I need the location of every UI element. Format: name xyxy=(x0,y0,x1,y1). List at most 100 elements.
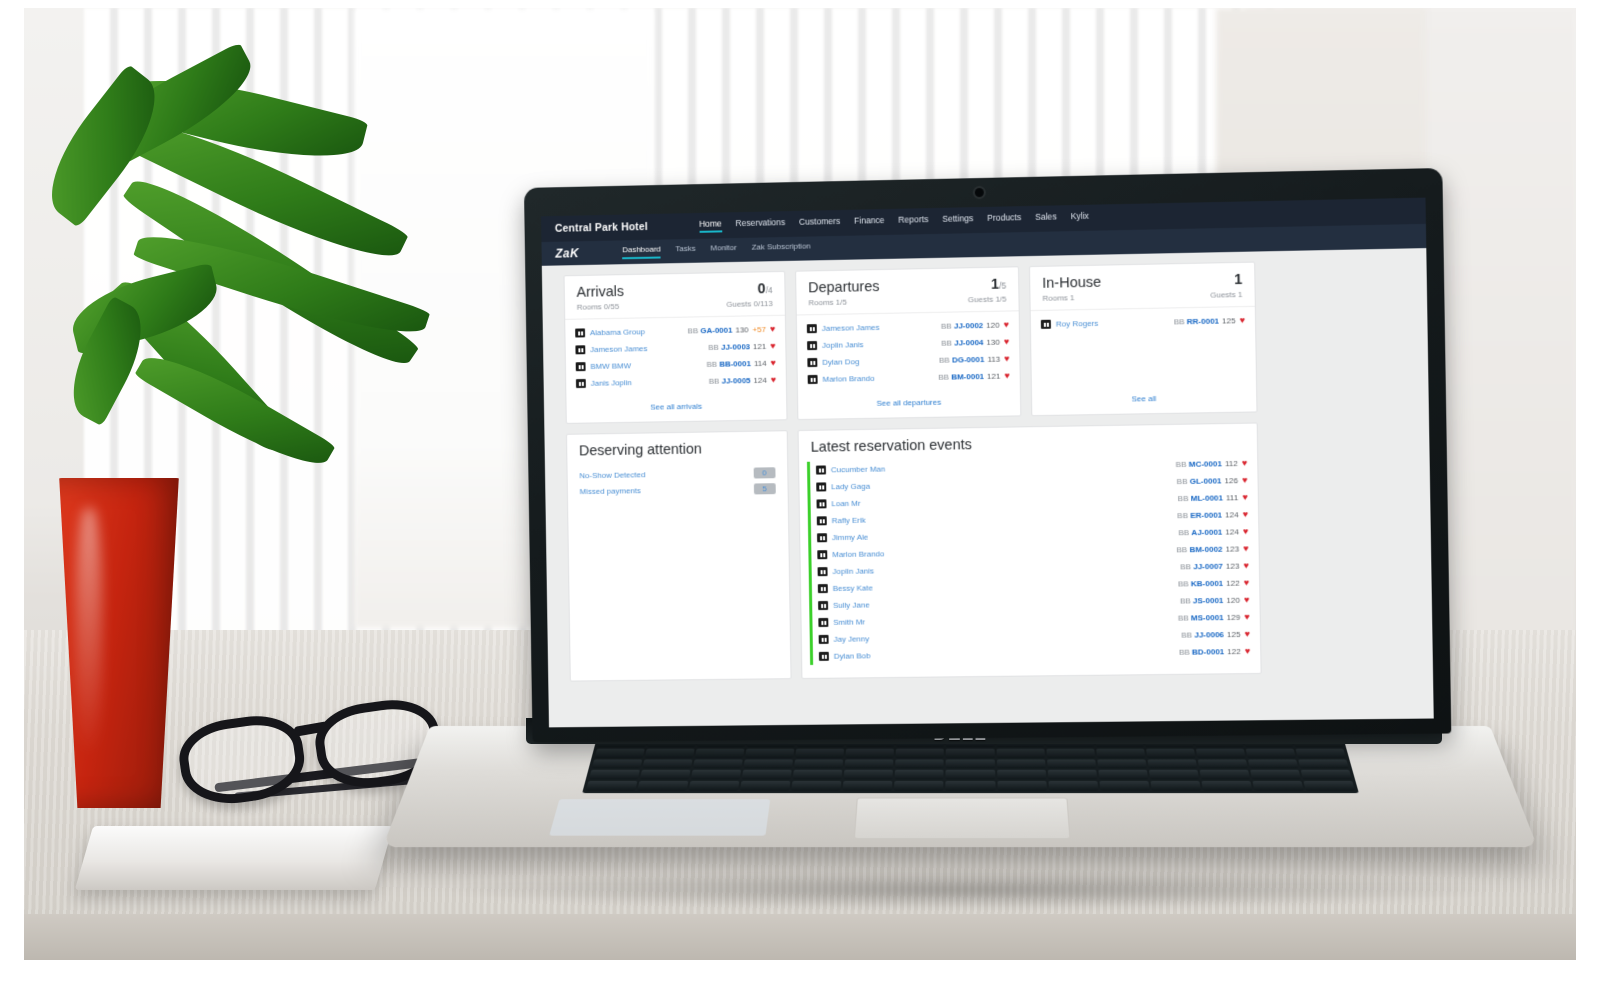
key xyxy=(843,770,894,780)
guest-name[interactable]: Jameson James xyxy=(590,343,708,354)
key xyxy=(945,781,996,791)
inhouse-title: In-House xyxy=(1042,274,1102,292)
reservation-code: BB JJ-0004 xyxy=(941,337,984,348)
key xyxy=(1098,770,1148,780)
reservation-code: BB GA-0001 xyxy=(687,325,733,336)
guest-name[interactable]: Dylan Bob xyxy=(834,648,1179,660)
tab-tasks[interactable]: Tasks xyxy=(675,244,695,258)
key xyxy=(1247,759,1299,769)
reservation-icon xyxy=(807,357,818,368)
reservation-icon xyxy=(816,482,827,492)
heart-icon: ♥ xyxy=(1242,509,1249,520)
arrivals-see-all: See all arrivals xyxy=(566,388,786,423)
guest-name[interactable]: BMW BMW xyxy=(590,360,706,371)
reservation-icon xyxy=(575,362,586,372)
key xyxy=(639,770,691,780)
nav-item-sales[interactable]: Sales xyxy=(1035,211,1057,225)
heart-icon: ♥ xyxy=(770,340,776,351)
heart-icon: ♥ xyxy=(1003,336,1010,347)
dashboard-content: Arrivals 0/4 Rooms 0/55 Guests 0/113 Ala… xyxy=(541,248,1434,728)
reservation-icon xyxy=(818,651,829,661)
latest-events-card: Latest reservation events Cucumber Man B… xyxy=(797,422,1262,680)
key xyxy=(1095,748,1145,758)
list-item[interactable]: Missed payments 5 xyxy=(568,480,788,499)
reservation-icon xyxy=(806,324,817,334)
tab-monitor[interactable]: Monitor xyxy=(710,243,737,257)
guest-name[interactable]: Rafly Erik xyxy=(832,511,1178,525)
reservation-icon xyxy=(816,499,827,509)
nav-item-customers[interactable]: Customers xyxy=(799,216,840,231)
guest-name[interactable]: Loan Mr xyxy=(831,494,1177,508)
room-number: 112 xyxy=(1224,459,1238,469)
key xyxy=(844,759,894,769)
guest-name[interactable]: Cucumber Man xyxy=(831,460,1176,475)
room-number: 124 xyxy=(1225,527,1239,537)
nav-item-finance[interactable]: Finance xyxy=(854,215,885,230)
nav-item-home[interactable]: Home xyxy=(699,218,722,233)
guest-name[interactable]: Smith Mr xyxy=(833,614,1178,626)
trackpad[interactable] xyxy=(853,797,1071,839)
reservation-code: BB BM-0001 xyxy=(938,371,985,382)
key xyxy=(690,770,742,780)
room-number: 123 xyxy=(1225,544,1240,554)
attention-label[interactable]: No-Show Detected xyxy=(579,470,645,480)
see-all-link[interactable]: See all xyxy=(1132,394,1157,403)
reservation-code: BB GL-0001 xyxy=(1176,476,1222,487)
attention-list: No-Show Detected 0 Missed payments 5 xyxy=(567,460,787,499)
attention-label[interactable]: Missed payments xyxy=(580,486,641,496)
key xyxy=(695,748,745,758)
room-number: 122 xyxy=(1226,578,1240,588)
room-number: 121 xyxy=(752,341,767,352)
arrivals-list: Alabama Group BB GA-0001 130 +57 ♥ James… xyxy=(565,316,786,392)
guest-name[interactable]: Janis Joplin xyxy=(591,377,709,388)
guest-name[interactable]: Bessy Kate xyxy=(833,579,1178,592)
reservation-code: BB AJ-0001 xyxy=(1178,527,1223,538)
guest-name[interactable]: Marlon Brando xyxy=(822,373,938,384)
reservation-icon xyxy=(807,341,818,351)
reservation-icon xyxy=(575,328,586,338)
nav-item-reports[interactable]: Reports xyxy=(898,214,928,229)
heart-icon: ♥ xyxy=(1241,474,1248,486)
room-number: 123 xyxy=(1225,561,1240,571)
guest-name[interactable]: Sully Jane xyxy=(833,597,1180,609)
screenshot-scene: DELL Central Park Hotel Home Reservation… xyxy=(0,0,1600,1000)
tab-zak-subscription[interactable]: Zak Subscription xyxy=(752,242,811,257)
see-all-arrivals-link[interactable]: See all arrivals xyxy=(650,402,702,412)
key xyxy=(1048,781,1098,791)
reservation-code: BB BD-0001 xyxy=(1178,647,1225,657)
laptop: DELL Central Park Hotel Home Reservation… xyxy=(382,167,1538,898)
key xyxy=(1201,781,1253,791)
guest-name[interactable]: Dylan Dog xyxy=(822,356,939,367)
key xyxy=(692,759,743,769)
reservation-code: BB JJ-0005 xyxy=(708,376,751,386)
reservation-icon xyxy=(1040,319,1051,329)
room-number: 130 xyxy=(735,325,749,335)
guest-name[interactable]: Jay Jenny xyxy=(833,631,1181,643)
hotel-name: Central Park Hotel xyxy=(554,221,648,235)
heart-icon: ♥ xyxy=(1243,577,1250,588)
guest-name[interactable]: Joplin Janis xyxy=(832,562,1180,576)
guest-name[interactable]: Lady Gaga xyxy=(831,477,1177,492)
key xyxy=(894,781,944,791)
guest-name[interactable]: Marlon Brando xyxy=(832,545,1176,559)
key xyxy=(1295,748,1346,758)
guest-name[interactable]: Jameson James xyxy=(822,322,941,333)
guest-name[interactable]: Roy Rogers xyxy=(1056,317,1174,329)
see-all-departures-link[interactable]: See all departures xyxy=(876,398,941,408)
room-number: 120 xyxy=(986,320,1000,330)
departures-header: Departures 1/5 Rooms 1/5 Guests 1/5 xyxy=(796,267,1019,316)
nav-item-kylix[interactable]: Kylix xyxy=(1071,211,1089,225)
nav-item-settings[interactable]: Settings xyxy=(942,213,973,228)
arrivals-rooms: Rooms 0/55 xyxy=(576,301,620,312)
guest-name[interactable]: Alabama Group xyxy=(590,327,688,337)
tab-dashboard[interactable]: Dashboard xyxy=(622,244,661,260)
guest-name[interactable]: Jimmy Ale xyxy=(832,528,1179,542)
key xyxy=(845,748,895,758)
nav-item-reservations[interactable]: Reservations xyxy=(735,217,785,232)
departures-list: Jameson James BB JJ-0002 120 ♥ Joplin Ja… xyxy=(797,311,1020,388)
reservation-code: BB ER-0001 xyxy=(1177,510,1223,521)
arrivals-guests: Guests 0/113 xyxy=(726,299,773,309)
nav-item-products[interactable]: Products xyxy=(987,212,1021,227)
departures-count: 1/5 xyxy=(990,276,1007,293)
guest-name[interactable]: Joplin Janis xyxy=(822,339,941,350)
